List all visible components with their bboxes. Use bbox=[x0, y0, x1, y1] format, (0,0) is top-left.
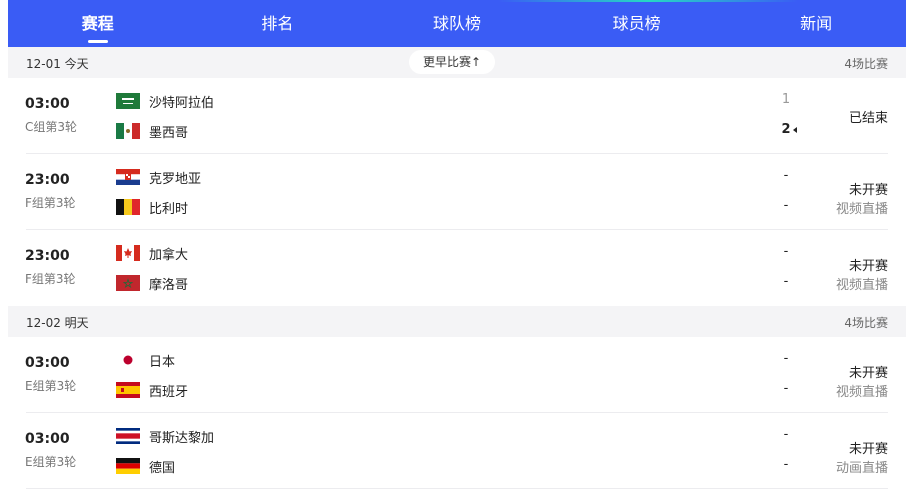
match-row[interactable]: 23:00 F组第3轮 克罗地亚 比利时 - - 未开赛 视频直播 bbox=[8, 154, 906, 230]
day-date: 12-01 今天 bbox=[26, 57, 89, 71]
day-header: 12-02 明天 4场比赛 bbox=[8, 306, 906, 337]
schedule-page: 赛程 排名 球队榜 球员榜 新闻 12-01 今天 更早比赛↑ 4场比赛 03:… bbox=[8, 0, 906, 494]
score-home: - bbox=[783, 427, 789, 442]
team-away: 摩洛哥 bbox=[116, 274, 189, 293]
tab-schedule[interactable]: 赛程 bbox=[8, 0, 188, 47]
tab-label: 球员榜 bbox=[612, 14, 661, 33]
score-home: - bbox=[783, 168, 789, 183]
mexico-flag-icon bbox=[116, 123, 140, 139]
tab-label: 赛程 bbox=[81, 14, 114, 33]
match-group: E组第3轮 bbox=[25, 379, 77, 393]
team-name: 克罗地亚 bbox=[149, 171, 202, 187]
score-away: - bbox=[783, 274, 789, 289]
match-status: 未开赛 bbox=[848, 442, 888, 457]
score-away: 2 bbox=[781, 122, 791, 137]
match-status: 已结束 bbox=[848, 111, 888, 126]
team-name: 墨西哥 bbox=[149, 125, 189, 141]
team-name: 加拿大 bbox=[149, 247, 189, 263]
team-home: 克罗地亚 bbox=[116, 168, 202, 187]
match-group: F组第3轮 bbox=[25, 272, 76, 286]
tab-label: 新闻 bbox=[800, 14, 833, 33]
match-time: 03:00 bbox=[25, 355, 70, 371]
score-home: - bbox=[783, 244, 789, 259]
belgium-flag-icon bbox=[116, 199, 140, 215]
team-home: 日本 bbox=[116, 351, 176, 370]
team-name: 摩洛哥 bbox=[149, 277, 189, 293]
team-home: 加拿大 bbox=[116, 244, 189, 263]
score-away: - bbox=[783, 381, 789, 396]
winner-arrow-icon bbox=[793, 127, 797, 133]
score-away: - bbox=[783, 457, 789, 472]
match-row[interactable]: 03:00 E组第3轮 日本 西班牙 - - 未开赛 视频直播 bbox=[8, 337, 906, 413]
germany-flag-icon bbox=[116, 458, 140, 474]
team-away: 墨西哥 bbox=[116, 122, 189, 141]
canada-flag-icon bbox=[116, 245, 140, 261]
match-group: E组第3轮 bbox=[25, 455, 77, 469]
video-live-link[interactable]: 视频直播 bbox=[836, 198, 888, 217]
tab-standings[interactable]: 排名 bbox=[188, 0, 368, 47]
match-row[interactable]: 03:00 E组第3轮 哥斯达黎加 德国 - - 未开赛 动画直播 bbox=[8, 413, 906, 489]
team-name: 比利时 bbox=[149, 201, 189, 217]
score-away: - bbox=[783, 198, 789, 213]
team-name: 哥斯达黎加 bbox=[149, 430, 215, 446]
tab-label: 球队榜 bbox=[432, 14, 481, 33]
animation-live-link[interactable]: 动画直播 bbox=[836, 457, 888, 476]
row-divider bbox=[26, 488, 888, 489]
video-live-link[interactable]: 视频直播 bbox=[836, 381, 888, 400]
score-home: 1 bbox=[781, 92, 791, 107]
match-count: 4场比赛 bbox=[844, 316, 888, 330]
video-live-link[interactable]: 视频直播 bbox=[836, 274, 888, 293]
spain-flag-icon bbox=[116, 382, 140, 398]
match-row[interactable]: 03:00 C组第3轮 沙特阿拉伯 墨西哥 1 2 已结束 bbox=[8, 78, 906, 154]
match-status: 未开赛 bbox=[848, 183, 888, 198]
match-status: 未开赛 bbox=[848, 259, 888, 274]
team-away: 德国 bbox=[116, 457, 176, 476]
top-nav: 赛程 排名 球队榜 球员榜 新闻 bbox=[8, 0, 906, 47]
team-away: 西班牙 bbox=[116, 381, 189, 400]
score-home: - bbox=[783, 351, 789, 366]
croatia-flag-icon bbox=[116, 169, 140, 185]
tab-label: 排名 bbox=[261, 14, 294, 33]
saudi-arabia-flag-icon bbox=[116, 93, 140, 109]
match-status: 未开赛 bbox=[848, 366, 888, 381]
tab-team-ranking[interactable]: 球队榜 bbox=[367, 0, 547, 47]
team-name: 西班牙 bbox=[149, 384, 189, 400]
day-header: 12-01 今天 更早比赛↑ 4场比赛 bbox=[8, 47, 906, 78]
team-away: 比利时 bbox=[116, 198, 189, 217]
match-time: 23:00 bbox=[25, 172, 70, 188]
team-name: 沙特阿拉伯 bbox=[149, 95, 215, 111]
morocco-flag-icon bbox=[116, 275, 140, 291]
match-time: 23:00 bbox=[25, 248, 70, 264]
match-group: C组第3轮 bbox=[25, 120, 78, 134]
match-row[interactable]: 23:00 F组第3轮 加拿大 摩洛哥 - - 未开赛 视频直播 bbox=[8, 230, 906, 306]
active-tab-indicator bbox=[87, 40, 108, 43]
match-time: 03:00 bbox=[25, 96, 70, 112]
team-home: 哥斯达黎加 bbox=[116, 427, 215, 446]
match-count: 4场比赛 bbox=[844, 57, 888, 71]
match-group: F组第3轮 bbox=[25, 196, 76, 210]
day-date: 12-02 明天 bbox=[26, 316, 89, 330]
tab-player-ranking[interactable]: 球员榜 bbox=[547, 0, 727, 47]
team-name: 德国 bbox=[149, 460, 176, 476]
costa-rica-flag-icon bbox=[116, 428, 140, 444]
team-name: 日本 bbox=[149, 354, 176, 370]
team-home: 沙特阿拉伯 bbox=[116, 92, 215, 111]
earlier-matches-button[interactable]: 更早比赛↑ bbox=[409, 50, 495, 74]
japan-flag-icon bbox=[116, 352, 140, 368]
match-time: 03:00 bbox=[25, 431, 70, 447]
tab-news[interactable]: 新闻 bbox=[726, 0, 906, 47]
